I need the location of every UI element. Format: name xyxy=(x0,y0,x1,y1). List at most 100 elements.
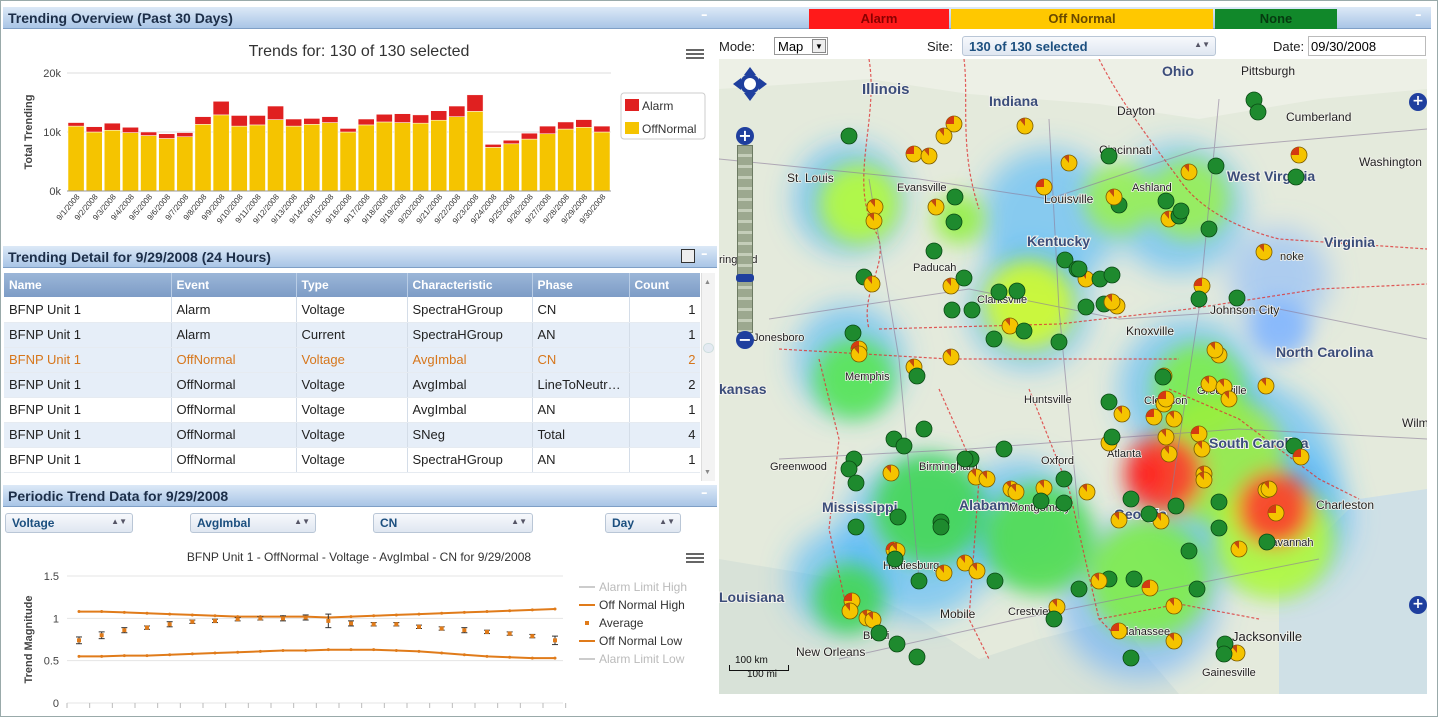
bar-alarm xyxy=(303,118,321,125)
place-label: Louisville xyxy=(1044,192,1094,206)
y-tick-label: 10k xyxy=(43,127,61,139)
site-marker-none xyxy=(1122,649,1140,667)
bar-alarm xyxy=(376,114,393,123)
y-tick-label: 20k xyxy=(43,68,61,80)
site-marker-none xyxy=(995,440,1013,458)
phase-select[interactable]: CN ▲▼ xyxy=(373,513,533,533)
collapse-icon[interactable]: – xyxy=(1415,9,1427,23)
site-marker-none xyxy=(1188,580,1206,598)
column-header-type[interactable]: Type xyxy=(296,273,408,297)
point-average xyxy=(530,634,535,639)
point-offnormal-low xyxy=(394,649,398,653)
table-scrollbar[interactable]: ▲ ▼ xyxy=(701,273,715,481)
collapse-icon[interactable]: – xyxy=(701,487,713,501)
zoom-in-button[interactable]: + xyxy=(736,127,754,145)
table-row[interactable]: BFNP Unit 1 OffNormal Voltage AvgImbal LineT… xyxy=(4,372,700,398)
period-select[interactable]: Day ▲▼ xyxy=(605,513,681,533)
site-marker-none xyxy=(1258,533,1276,551)
point-offnormal-high xyxy=(394,613,398,617)
zoom-out-button[interactable]: − xyxy=(736,331,754,349)
zoom-slider-thumb[interactable] xyxy=(736,274,754,282)
point-offnormal-low xyxy=(258,649,262,653)
scroll-thumb[interactable] xyxy=(703,343,714,353)
bar-offnormal xyxy=(230,125,248,192)
bar-alarm xyxy=(249,115,266,126)
zoom-slider[interactable] xyxy=(736,145,754,333)
bar-alarm xyxy=(448,105,466,117)
quantity-select[interactable]: Voltage ▲▼ xyxy=(5,513,133,533)
column-header-count[interactable]: Count xyxy=(629,273,700,297)
table-cell: AN xyxy=(532,397,630,423)
characteristic-select[interactable]: AvgImbal ▲▼ xyxy=(190,513,316,533)
updown-icon: ▲▼ xyxy=(659,517,675,526)
legend-label: Off Normal Low xyxy=(599,634,682,648)
table-cell: SNeg xyxy=(407,422,533,448)
point-offnormal-low xyxy=(190,652,194,656)
point-average xyxy=(462,628,467,633)
mode-select[interactable]: Map ▼ xyxy=(774,37,828,55)
site-select[interactable]: 130 of 130 selected ▲▼ xyxy=(962,36,1216,56)
layer-expand-icon[interactable]: + xyxy=(1409,93,1427,111)
place-label: Dayton xyxy=(1117,104,1155,118)
point-average xyxy=(349,621,353,626)
point-offnormal-high xyxy=(372,614,376,618)
scroll-down-icon[interactable]: ▼ xyxy=(704,469,711,476)
site-marker-none xyxy=(1055,470,1073,488)
bar-alarm xyxy=(484,144,502,148)
table-cell: OffNormal xyxy=(171,422,297,448)
date-input[interactable] xyxy=(1308,36,1426,56)
table-row[interactable]: BFNP Unit 1 OffNormal Voltage AvgImbal CN 2 xyxy=(4,347,700,373)
site-marker-none xyxy=(1070,580,1088,598)
y-tick-label: 0 xyxy=(53,698,59,710)
collapse-icon[interactable]: – xyxy=(701,9,713,23)
bar-alarm xyxy=(339,128,357,133)
pan-control[interactable] xyxy=(733,67,767,101)
site-marker-none xyxy=(1103,266,1121,284)
scroll-up-icon[interactable]: ▲ xyxy=(704,279,711,286)
column-header-phase[interactable]: Phase xyxy=(532,273,630,297)
table-cell: BFNP Unit 1 xyxy=(4,372,172,398)
characteristic-select-value: AvgImbal xyxy=(197,516,251,530)
point-offnormal-low xyxy=(440,651,444,655)
quantity-select-value: Voltage xyxy=(12,516,55,530)
point-average xyxy=(258,616,263,621)
column-header-name[interactable]: Name xyxy=(4,273,172,297)
site-marker-none xyxy=(1200,220,1218,238)
bar-offnormal xyxy=(158,138,176,192)
point-offnormal-low xyxy=(100,654,104,658)
table-row[interactable]: BFNP Unit 1 OffNormal Voltage AvgImbal AN 1 xyxy=(4,397,700,423)
mode-select-value: Map xyxy=(778,39,804,54)
table-row[interactable]: BFNP Unit 1 Alarm Voltage SpectraHGroup CN 1 xyxy=(4,297,700,323)
table-cell: BFNP Unit 1 xyxy=(4,297,172,323)
site-marker-none xyxy=(1122,490,1140,508)
site-marker-none xyxy=(1125,570,1143,588)
point-offnormal-high xyxy=(440,611,444,615)
column-header-event[interactable]: Event xyxy=(171,273,297,297)
site-marker-none xyxy=(1077,298,1095,316)
map-canvas[interactable]: Illinois Indiana Ohio Pittsburgh Dayton Cumbe… xyxy=(719,59,1427,694)
legend-label: Average xyxy=(599,616,644,630)
bar-offnormal xyxy=(285,125,302,192)
point-average xyxy=(213,618,217,623)
place-label: Pittsburgh xyxy=(1241,64,1295,78)
collapse-icon[interactable]: – xyxy=(701,248,713,262)
export-icon[interactable] xyxy=(681,249,695,263)
updown-icon: ▲▼ xyxy=(511,517,527,526)
point-average xyxy=(439,626,444,631)
table-cell: BFNP Unit 1 xyxy=(4,422,172,448)
overview-title: Trending Overview (Past 30 Days) xyxy=(8,10,233,26)
point-average xyxy=(190,619,195,624)
place-label: Virginia xyxy=(1324,234,1375,250)
place-label: North Carolina xyxy=(1276,344,1373,360)
overview-expand-icon[interactable]: + xyxy=(1409,596,1427,614)
place-label: St. Louis xyxy=(787,171,834,185)
table-row[interactable]: BFNP Unit 1 OffNormal Voltage SNeg Total 4 xyxy=(4,422,700,448)
bar-offnormal xyxy=(212,114,230,192)
column-header-characteristic[interactable]: Characteristic xyxy=(407,273,533,297)
place-label: Knoxville xyxy=(1126,324,1174,338)
map-view[interactable]: Illinois Indiana Ohio Pittsburgh Dayton Cumbe… xyxy=(719,59,1427,694)
point-average xyxy=(235,617,240,622)
hamburger-icon[interactable] xyxy=(686,47,704,61)
table-row[interactable]: BFNP Unit 1 OffNormal Voltage SpectraHGroup… xyxy=(4,447,700,473)
table-row[interactable]: BFNP Unit 1 Alarm Current SpectraHGroup AN 1 xyxy=(4,322,700,348)
